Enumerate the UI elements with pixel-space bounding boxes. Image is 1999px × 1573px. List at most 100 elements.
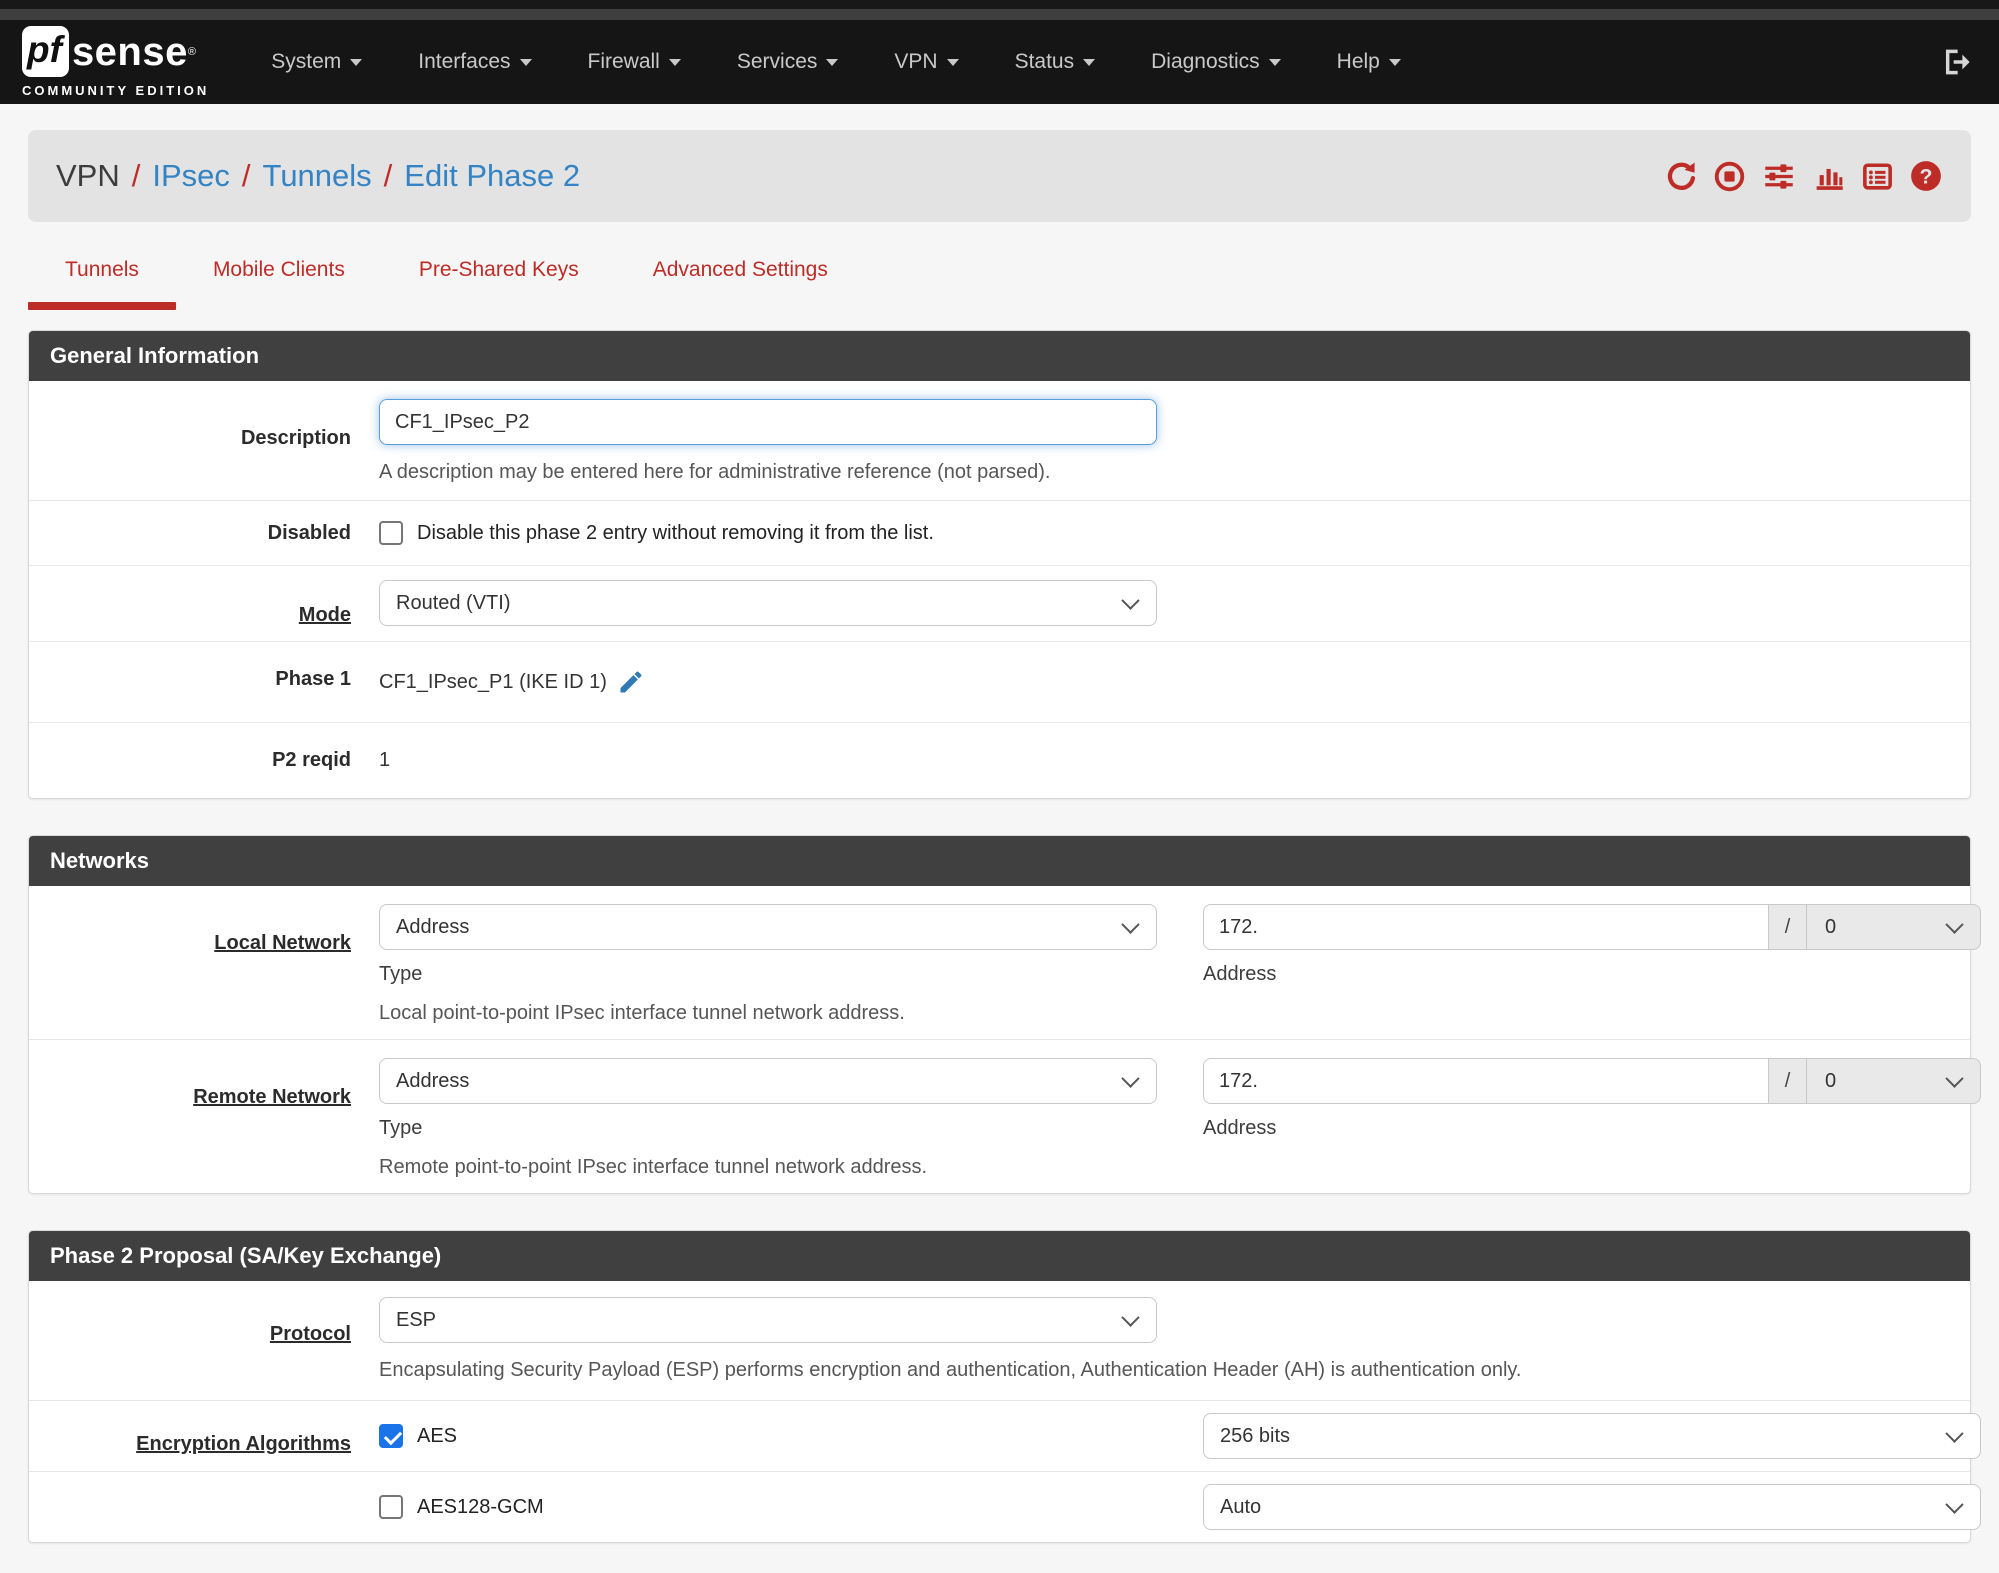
aes128-gcm-label: AES128-GCM (417, 1495, 544, 1518)
protocol-select[interactable]: ESP (379, 1297, 1157, 1343)
row-local-network: Local Network Address Type / 0 (29, 886, 1981, 1040)
breadcrumb-bar: VPN / IPsec / Tunnels / Edit Phase 2 ? (28, 130, 1971, 222)
menu-status[interactable]: Status (987, 50, 1124, 74)
row-disabled: Disabled Disable this phase 2 entry with… (29, 501, 1970, 566)
panel-phase2-proposal: Phase 2 Proposal (SA/Key Exchange) Proto… (28, 1230, 1981, 1543)
protocol-help: Encapsulating Security Payload (ESP) per… (379, 1359, 1522, 1381)
caret-down-icon (1268, 58, 1281, 66)
logo-pf-box: pf (22, 26, 69, 77)
local-network-address-input[interactable] (1203, 904, 1769, 950)
cidr-separator: / (1769, 904, 1807, 950)
sliders-icon[interactable] (1761, 160, 1797, 193)
menu-services[interactable]: Services (709, 50, 867, 74)
local-network-help: Local point-to-point IPsec interface tun… (379, 1002, 905, 1024)
row-mode: Mode Routed (VTI) (29, 566, 1970, 642)
logo-sense-text: sense (71, 29, 188, 74)
disabled-checkbox[interactable] (379, 521, 403, 545)
description-input[interactable] (379, 399, 1157, 445)
phase1-label: Phase 1 (275, 668, 351, 690)
description-label: Description (240, 427, 351, 449)
pencil-icon[interactable] (617, 668, 645, 696)
disabled-checkbox-label: Disable this phase 2 entry without remov… (417, 521, 934, 544)
phase1-value: CF1_IPsec_P1 (IKE ID 1) (379, 670, 607, 693)
breadcrumb-tunnels-link[interactable]: Tunnels (263, 158, 372, 194)
aes128-gcm-keylen-select[interactable]: Auto (1203, 1484, 1981, 1530)
aes128-gcm-checkbox[interactable] (379, 1495, 403, 1519)
local-address-sublabel: Address (1203, 963, 1277, 985)
remote-network-type-select[interactable]: Address (379, 1058, 1157, 1104)
log-list-icon[interactable] (1861, 160, 1894, 193)
row-phase1: Phase 1 CF1_IPsec_P1 (IKE ID 1) (29, 642, 1970, 723)
remote-network-cidr-select[interactable]: 0 (1807, 1058, 1981, 1104)
remote-address-sublabel: Address (1203, 1117, 1277, 1139)
top-navbar: pf sense ® COMMUNITY EDITION System Inte… (0, 20, 1999, 104)
sign-out-icon[interactable] (1941, 46, 1973, 78)
breadcrumb-edit-phase2-link[interactable]: Edit Phase 2 (404, 158, 580, 194)
panel-general-information: General Information Description A descri… (28, 330, 1971, 799)
page-action-icons: ? (1665, 159, 1943, 193)
p2-reqid-label: P2 reqid (272, 749, 351, 771)
remote-network-help: Remote point-to-point IPsec interface tu… (379, 1156, 928, 1178)
row-encryption-aes: Encryption Algorithms AES 256 bits (29, 1401, 1981, 1472)
tab-tunnels[interactable]: Tunnels (28, 252, 176, 310)
row-p2-reqid: P2 reqid 1 (29, 723, 1970, 798)
panel-title: General Information (29, 331, 1970, 381)
row-remote-network: Remote Network Address Type / 0 (29, 1040, 1981, 1193)
menu-help[interactable]: Help (1309, 50, 1429, 74)
row-description: Description A description may be entered… (29, 381, 1970, 501)
disabled-label: Disabled (267, 521, 351, 544)
encryption-algorithms-label: Encryption Algorithms (136, 1433, 351, 1455)
tab-pre-shared-keys[interactable]: Pre-Shared Keys (382, 252, 616, 310)
help-icon[interactable]: ? (1909, 159, 1943, 193)
aes-keylen-select[interactable]: 256 bits (1203, 1413, 1981, 1459)
protocol-label: Protocol (269, 1323, 351, 1345)
pfsense-logo[interactable]: pf sense ® COMMUNITY EDITION (22, 26, 209, 98)
ipsec-tabs: Tunnels Mobile Clients Pre-Shared Keys A… (28, 252, 1971, 310)
menu-firewall[interactable]: Firewall (560, 50, 709, 74)
tab-mobile-clients[interactable]: Mobile Clients (176, 252, 382, 310)
caret-down-icon (1388, 58, 1401, 66)
menu-interfaces[interactable]: Interfaces (390, 50, 559, 74)
logo-edition-text: COMMUNITY EDITION (22, 83, 210, 98)
breadcrumb: VPN / IPsec / Tunnels / Edit Phase 2 (56, 158, 581, 194)
tab-advanced-settings[interactable]: Advanced Settings (616, 252, 865, 310)
menu-system[interactable]: System (243, 50, 390, 74)
main-menu: System Interfaces Firewall Services VPN … (243, 50, 1429, 74)
aes-label: AES (417, 1424, 458, 1447)
panel-title: Phase 2 Proposal (SA/Key Exchange) (29, 1231, 1970, 1281)
local-network-cidr-select[interactable]: 0 (1807, 904, 1981, 950)
caret-down-icon (668, 58, 681, 66)
breadcrumb-ipsec-link[interactable]: IPsec (152, 158, 230, 194)
svg-text:?: ? (1920, 164, 1933, 188)
local-type-sublabel: Type (379, 963, 423, 985)
mode-label: Mode (298, 604, 351, 626)
caret-down-icon (519, 58, 532, 66)
caret-down-icon (1083, 58, 1096, 66)
panel-title: Networks (29, 836, 1970, 886)
caret-down-icon (350, 58, 363, 66)
breadcrumb-vpn: VPN (56, 158, 120, 193)
panel-networks: Networks Local Network Address Type / 0 (28, 835, 1981, 1194)
remote-type-sublabel: Type (379, 1117, 423, 1139)
p2-reqid-value: 1 (379, 749, 391, 771)
local-network-label: Local Network (214, 932, 351, 954)
stop-circle-icon[interactable] (1713, 160, 1746, 193)
menu-diagnostics[interactable]: Diagnostics (1123, 50, 1309, 74)
remote-network-label: Remote Network (193, 1086, 351, 1108)
mode-select[interactable]: Routed (VTI) (379, 580, 1157, 626)
remote-network-address-input[interactable] (1203, 1058, 1769, 1104)
window-title-strip (0, 9, 1999, 20)
row-protocol: Protocol ESP Encapsulating Security Payl… (29, 1281, 1970, 1401)
row-encryption-aes128gcm: AES128-GCM Auto (29, 1472, 1981, 1542)
aes-checkbox[interactable] (379, 1424, 403, 1448)
refresh-icon[interactable] (1665, 160, 1698, 193)
menu-vpn[interactable]: VPN (866, 50, 986, 74)
bar-chart-icon[interactable] (1812, 160, 1846, 193)
logo-registered-mark: ® (187, 45, 196, 58)
caret-down-icon (826, 58, 839, 66)
cidr-separator: / (1769, 1058, 1807, 1104)
description-help: A description may be entered here for ad… (379, 461, 1051, 483)
window-top-strip (0, 0, 1999, 9)
caret-down-icon (946, 58, 959, 66)
local-network-type-select[interactable]: Address (379, 904, 1157, 950)
